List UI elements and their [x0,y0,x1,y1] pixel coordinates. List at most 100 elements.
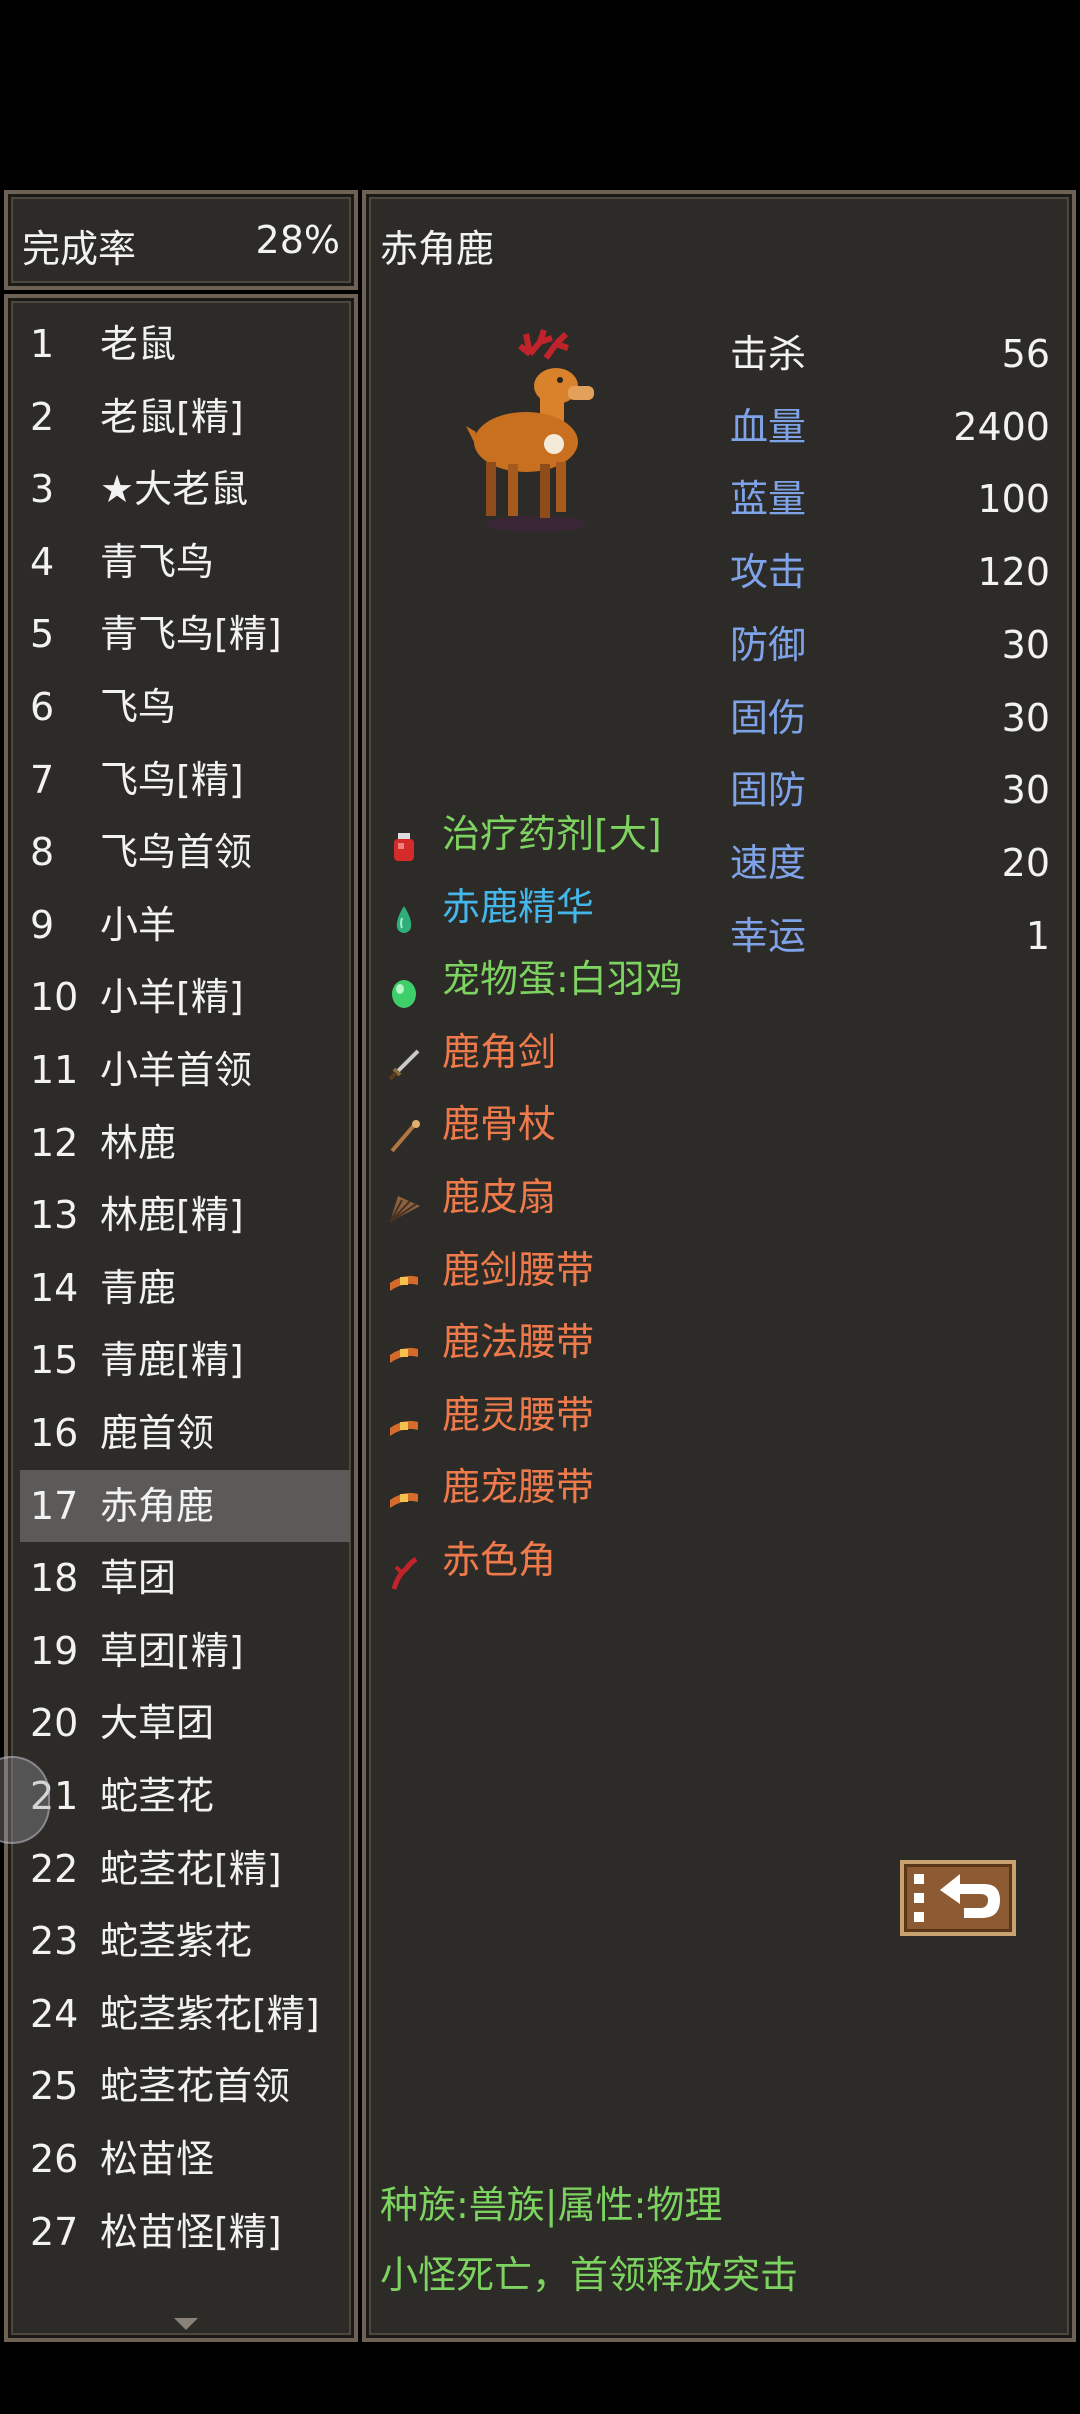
monster-number: 19 [30,1628,79,1673]
monster-list-item[interactable]: 1 老鼠 [20,308,350,380]
monster-list-item[interactable]: 18 草团 [20,1542,350,1614]
monster-name: ★大老鼠 [100,467,249,512]
monster-number: 13 [30,1193,79,1238]
stat-label: 速度 [730,840,807,885]
monster-number: 1 [30,322,55,366]
sword-icon [386,1034,422,1081]
stat-row: 攻击 120 [730,536,1050,608]
stat-row: 固伤 30 [730,682,1050,754]
monster-name: 小羊首领 [100,1048,253,1092]
stat-label: 击杀 [730,332,807,376]
monster-list-item[interactable]: 4 青飞鸟 [20,526,350,598]
monster-list-item[interactable]: 14 青鹿 [20,1252,350,1324]
deer-sprite-icon [466,329,594,532]
monster-list-item[interactable]: 26 松苗怪 [20,2123,350,2195]
stat-value: 30 [1001,622,1050,667]
stat-label: 固防 [730,768,807,813]
monster-list-item[interactable]: 17 赤角鹿 [20,1469,350,1542]
monster-name: 飞鸟[精] [100,757,244,802]
monster-number: 25 [30,2064,79,2109]
monster-number: 12 [30,1120,79,1165]
monster-list-item[interactable]: 7 飞鸟[精] [20,744,350,816]
red-horn-icon [386,1542,422,1590]
monster-list-item[interactable]: 8 飞鸟首领 [20,816,350,888]
stat-value: 1 [1025,913,1050,958]
monster-list-item[interactable]: 12 林鹿 [20,1107,350,1179]
monster-name: 青鹿 [100,1265,177,1310]
boss-mechanic-info: 小怪死亡，首领释放突击 [380,2253,799,2297]
belt-icon [386,1469,422,1509]
monster-list-item[interactable]: 3 ★大老鼠 [20,453,350,525]
monster-list-item[interactable]: 19 草团[精] [20,1615,350,1687]
monster-list-item[interactable]: 10 小羊[精] [20,961,350,1033]
essence-drop-icon [386,889,422,933]
drop-item-name: 鹿角剑 [442,1029,557,1074]
stat-label: 防御 [730,622,807,667]
monster-name: 鹿首领 [100,1411,215,1455]
stat-label: 固伤 [730,695,807,740]
monster-list-item[interactable]: 16 鹿首领 [20,1397,350,1469]
monster-name: 蛇茎花 [100,1774,215,1818]
monster-list-item[interactable]: 24 蛇茎紫花[精] [20,1978,350,2050]
monster-list-item[interactable]: 25 蛇茎花首领 [20,2050,350,2122]
monster-number: 15 [30,1338,79,1383]
race-attribute-info: 种族:兽族|属性:物理 [380,2183,723,2227]
monster-number: 16 [30,1411,79,1455]
monster-list-item[interactable]: 5 青飞鸟[精] [20,598,350,670]
monster-number: 6 [30,685,55,729]
monster-name: 老鼠 [100,322,177,366]
monster-name: 草团[精] [100,1628,244,1673]
monster-list-item[interactable]: 15 青鹿[精] [20,1324,350,1396]
monster-number: 8 [30,830,55,875]
stat-label: 攻击 [730,550,807,595]
stat-value: 56 [1001,332,1050,376]
monster-name: 林鹿 [100,1120,177,1165]
monster-list-item[interactable]: 23 蛇茎紫花 [20,1905,350,1977]
belt-icon [386,1397,422,1436]
completion-label: 完成率 [22,227,137,271]
monster-number: 24 [30,1991,79,2036]
monster-list-item[interactable]: 20 大草团 [20,1687,350,1759]
monster-name: 松苗怪 [100,2137,215,2181]
monster-list-item[interactable]: 2 老鼠[精] [20,381,350,453]
monster-name: 草团 [100,1556,177,1601]
monster-list-item[interactable]: 11 小羊首领 [20,1034,350,1106]
monster-list-item[interactable]: 6 飞鸟 [20,671,350,743]
stat-value: 100 [977,477,1050,522]
stat-row: 固防 30 [730,754,1050,826]
monster-number: 11 [30,1048,79,1092]
drop-item-name: 鹿骨杖 [442,1102,557,1147]
monster-name: 老鼠[精] [100,394,244,439]
monster-name: 蛇茎花[精] [100,1846,282,1891]
monster-list-item[interactable]: 9 小羊 [20,889,350,961]
return-button[interactable] [900,1860,1016,1936]
pet-egg-icon [386,961,422,1009]
monster-number: 7 [30,757,55,802]
stat-value: 2400 [953,404,1050,449]
monster-name: 林鹿[精] [100,1193,244,1238]
scroll-down-icon[interactable] [174,2318,198,2330]
stat-value: 120 [977,550,1050,595]
monster-list[interactable]: 1 老鼠 2 老鼠[精] 3 ★大老鼠 4 青飞鸟 5 青飞鸟[精] 6 飞鸟 7 飞鸟[精] 8 飞鸟首领 9… [4,294,358,2342]
monster-name: 蛇茎花首领 [100,2064,291,2109]
monster-list-item[interactable]: 21 蛇茎花 [20,1760,350,1832]
drop-item-name: 鹿法腰带 [442,1320,595,1365]
monster-number: 20 [30,1701,79,1746]
monster-number: 9 [30,902,55,947]
monster-name: 蛇茎紫花[精] [100,1991,320,2036]
stat-label: 血量 [730,404,807,449]
monster-list-item[interactable]: 22 蛇茎花[精] [20,1833,350,1905]
monster-number: 27 [30,2209,79,2254]
monster-number: 18 [30,1556,79,1601]
monster-number: 2 [30,394,55,439]
monster-name: 青鹿[精] [100,1338,244,1383]
monster-title: 赤角鹿 [380,227,495,271]
monster-list-item[interactable]: 13 林鹿[精] [20,1179,350,1251]
potion-icon [386,816,422,861]
monster-name: 小羊 [100,902,177,947]
drop-item-name: 鹿剑腰带 [442,1247,595,1292]
monster-name: 青飞鸟 [100,539,215,584]
monster-number: 14 [30,1265,79,1310]
stat-row: 幸运 1 [730,900,1050,972]
monster-list-item[interactable]: 27 松苗怪[精] [20,2196,350,2268]
